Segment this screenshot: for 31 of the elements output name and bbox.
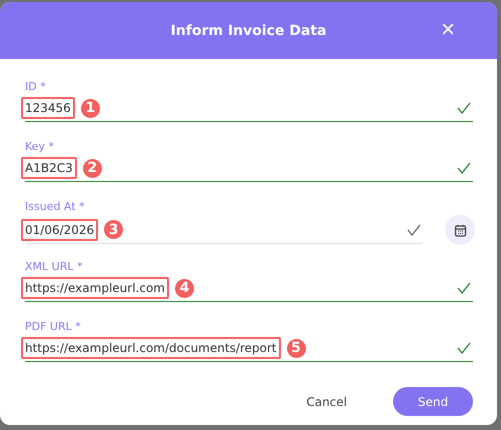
field-label: Key * xyxy=(25,139,55,155)
field-value: https://exampleurl.com/documents/report xyxy=(21,337,281,359)
dialog-title: Inform Invoice Data xyxy=(170,22,326,38)
field-label: XML URL * xyxy=(25,259,84,275)
marker-badge: 5 xyxy=(286,338,306,358)
calendar-button[interactable] xyxy=(445,215,475,245)
input-field[interactable]: A1B2C3 2 xyxy=(25,155,473,182)
field-label: Issued At * xyxy=(25,199,86,215)
close-button[interactable]: × xyxy=(437,19,459,41)
field-label: PDF URL * xyxy=(25,319,82,335)
marker-badge: 2 xyxy=(82,158,102,178)
check-icon xyxy=(457,282,471,294)
check-icon xyxy=(457,342,471,354)
cancel-button[interactable]: Cancel xyxy=(288,387,365,416)
marker-badge: 3 xyxy=(104,220,124,239)
field-value: 123456 xyxy=(21,97,75,119)
input-field[interactable]: https://exampleurl.com/documents/report 5 xyxy=(25,335,473,362)
marker-badge: 1 xyxy=(80,98,100,118)
field-value: A1B2C3 xyxy=(21,157,77,179)
send-button[interactable]: Send xyxy=(393,387,473,416)
field-value: https://exampleurl.com xyxy=(21,277,169,299)
field-value: 01/06/2026 xyxy=(21,218,98,240)
input-field[interactable]: 123456 1 xyxy=(25,95,473,122)
input-field[interactable]: https://exampleurl.com 4 xyxy=(25,275,473,302)
field-label: ID * xyxy=(25,79,47,95)
check-icon xyxy=(457,162,471,174)
calendar-icon xyxy=(454,224,466,236)
input-field[interactable]: 01/06/2026 3 xyxy=(25,216,423,244)
check-icon xyxy=(407,224,421,236)
marker-badge: 4 xyxy=(174,278,194,298)
check-icon xyxy=(457,102,471,114)
